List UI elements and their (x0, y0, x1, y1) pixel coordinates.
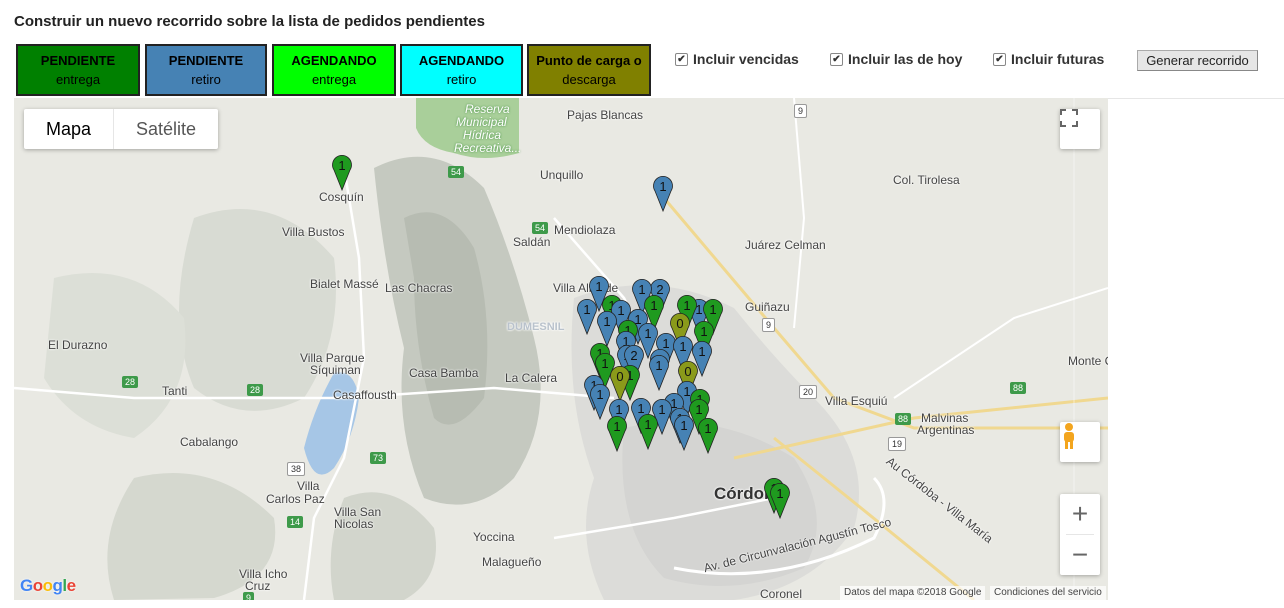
legend-3: AGENDANDO entrega (272, 44, 396, 96)
checkbox[interactable]: ✔ (675, 52, 688, 66)
terms-link[interactable]: Condiciones del servicio (990, 586, 1106, 600)
map-marker[interactable]: 1 (770, 482, 790, 520)
map-marker[interactable]: 1 (597, 310, 617, 348)
legend-title: PENDIENTE (168, 53, 244, 68)
filter-label: Incluir las de hoy (848, 51, 963, 67)
checkbox[interactable]: ✔ (830, 52, 843, 66)
marker-count: 1 (662, 336, 669, 351)
marker-count: 1 (655, 358, 662, 373)
legend-title: AGENDANDO (418, 53, 505, 68)
map-type-map-button[interactable]: Mapa (24, 109, 113, 149)
marker-count: 0 (676, 316, 683, 331)
map-marker[interactable]: 1 (607, 415, 627, 453)
marker-count: 1 (704, 421, 711, 436)
fullscreen-button[interactable] (1060, 109, 1100, 149)
checkbox[interactable]: ✔ (993, 52, 1006, 66)
map-marker[interactable]: 1 (577, 298, 597, 336)
google-logo: Google (20, 576, 76, 595)
marker-count: 1 (613, 419, 620, 434)
marker-count: 2 (630, 348, 637, 363)
map-type-satellite-button[interactable]: Satélite (113, 109, 218, 149)
legend-sub: entrega (55, 72, 101, 87)
marker-count: 1 (603, 314, 610, 329)
filter-label: Incluir futuras (1011, 51, 1105, 67)
filter-2[interactable]: ✔ Incluir las de hoy (830, 51, 962, 67)
zoom-control: + − (1060, 494, 1100, 575)
legend-1: PENDIENTE entrega (16, 44, 140, 96)
legend-5: Punto de carga o descarga (527, 44, 651, 96)
pegman-button[interactable] (1060, 422, 1100, 462)
map-marker[interactable]: 1 (649, 354, 669, 392)
marker-count: 1 (683, 384, 690, 399)
marker-count: 1 (679, 339, 686, 354)
marker-count: 1 (338, 158, 345, 173)
legend-2: PENDIENTE retiro (145, 44, 267, 96)
marker-count: 1 (659, 179, 666, 194)
marker-count: 1 (698, 344, 705, 359)
marker-count: 1 (683, 298, 690, 313)
generate-route-button[interactable]: Generar recorrido (1137, 50, 1258, 71)
map-marker[interactable]: 1 (590, 383, 610, 421)
marker-count: 1 (776, 486, 783, 501)
marker-count: 2 (656, 282, 663, 297)
pegman-icon (1064, 423, 1074, 449)
legend-sub: retiro (191, 72, 221, 87)
filter-label: Incluir vencidas (693, 51, 799, 67)
legend-4: AGENDANDO retiro (400, 44, 523, 96)
marker-count: 1 (601, 356, 608, 371)
marker-count: 1 (595, 279, 602, 294)
filter-1[interactable]: ✔ Incluir vencidas (675, 51, 799, 67)
map-marker[interactable]: 1 (698, 417, 718, 455)
marker-count: 0 (684, 364, 691, 379)
marker-count: 1 (700, 324, 707, 339)
marker-count: 1 (650, 298, 657, 313)
marker-count: 1 (644, 417, 651, 432)
marker-count: 1 (644, 326, 651, 341)
zoom-in-button[interactable]: + (1060, 494, 1100, 534)
markers-layer: 1111211111111111011112111111101101111111… (332, 154, 790, 520)
map[interactable]: Pajas Blancas Reserva Municipal Hídrica Recr… (14, 98, 1108, 600)
marker-count: 1 (695, 402, 702, 417)
legend-sub: retiro (446, 72, 477, 87)
filter-3[interactable]: ✔ Incluir futuras (993, 51, 1104, 67)
legend-sub: descarga (562, 72, 616, 87)
marker-count: 1 (680, 418, 687, 433)
marker-count: 1 (596, 387, 603, 402)
map-attribution: Datos del mapa ©2018 Google (840, 586, 986, 600)
marker-count: 1 (709, 302, 716, 317)
marker-count: 1 (617, 303, 624, 318)
page-title: Construir un nuevo recorrido sobre la li… (14, 13, 485, 30)
map-marker[interactable]: 1 (653, 175, 673, 213)
map-marker[interactable]: 1 (638, 413, 658, 451)
marker-count: 1 (637, 401, 644, 416)
marker-count: 1 (615, 402, 622, 417)
map-marker[interactable]: 1 (332, 154, 352, 192)
legend-title: PENDIENTE (40, 53, 116, 68)
map-marker[interactable]: 1 (674, 414, 694, 452)
marker-count: 1 (638, 282, 645, 297)
map-marker[interactable]: 0 (610, 365, 630, 403)
marker-count: 0 (616, 369, 623, 384)
legend-sub: entrega (311, 72, 357, 87)
legend-title: AGENDANDO (291, 53, 377, 68)
marker-count: 1 (583, 302, 590, 317)
legend-title: Punto de carga o (536, 53, 642, 68)
zoom-out-button[interactable]: − (1060, 535, 1100, 575)
map-type-control: Mapa Satélite (24, 109, 219, 149)
divider (1108, 98, 1284, 99)
fullscreen-icon (1060, 109, 1078, 127)
marker-count: 1 (658, 402, 665, 417)
